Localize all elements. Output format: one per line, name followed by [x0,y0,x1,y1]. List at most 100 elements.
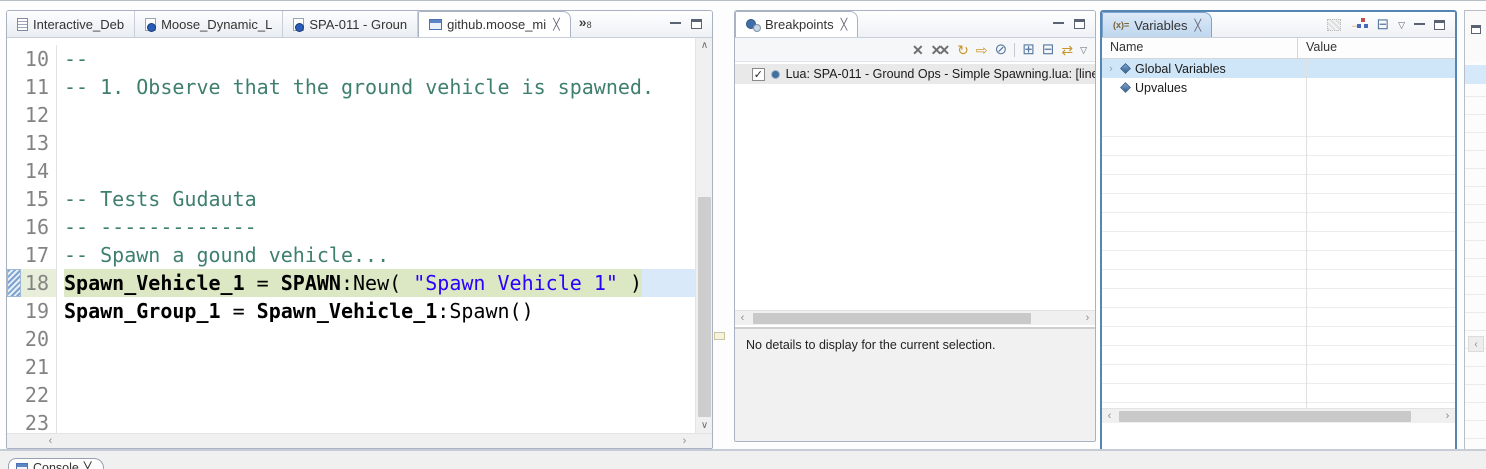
breakpoints-list[interactable]: ✓ Lua: SPA-011 - Ground Ops - Simple Spa… [735,62,1095,312]
minimize-icon[interactable] [1414,21,1425,25]
line-content: -- Spawn a gound vehicle... [57,241,695,269]
code-segment-plain: :Spawn() [437,299,533,323]
scroll-down-icon[interactable]: ∨ [696,418,713,433]
column-separator[interactable] [1306,59,1307,408]
view-menu-icon[interactable]: ▽ [1398,18,1405,32]
code-line-14[interactable]: 14 [7,157,695,185]
view-menu-icon[interactable]: ▽ [1080,43,1087,57]
code-text: -- Spawn a gound vehicle... [64,241,389,269]
breakpoint-dot-icon [771,70,780,79]
scroll-left-icon[interactable]: ‹ [1468,336,1484,352]
close-icon[interactable]: ╳ [84,461,92,469]
scrollbar-thumb[interactable] [753,313,1031,324]
breakpoint-checkbox[interactable]: ✓ [752,68,765,81]
scroll-up-icon[interactable]: ∧ [696,38,713,53]
annotation-ruler-cell [7,409,21,433]
maximize-icon[interactable] [1471,25,1481,34]
close-icon[interactable]: ╳ [1195,19,1202,32]
code-line-18[interactable]: 18Spawn_Vehicle_1 = SPAWN:New( "Spawn Ve… [7,269,695,297]
scrollbar-thumb[interactable] [698,197,711,417]
code-line-10[interactable]: 10-- [7,45,695,73]
chevron-glyph: » [579,14,587,30]
tab-console[interactable]: Console ╳ [8,458,104,469]
breakpoints-horizontal-scrollbar[interactable]: ‹ › [735,310,1095,325]
tab-spa-011-groun[interactable]: SPA-011 - Groun [283,11,418,37]
line-number: 17 [21,241,57,269]
scroll-right-icon[interactable]: › [1440,409,1455,424]
goto-file-icon[interactable]: ⇨ [976,43,988,57]
remove-breakpoint-icon[interactable]: ✕ [912,43,924,57]
line-number: 16 [21,213,57,241]
link-with-debug-view-icon[interactable]: ⇄ [1061,43,1073,57]
tab-label: github.moose_mi [447,17,546,32]
variables-icon: (x)= [1113,20,1129,30]
code-segment-comment: -- ------------- [64,215,257,239]
variables-horizontal-scrollbar[interactable]: ‹ › [1102,408,1455,423]
sliver-grid [1465,61,1486,455]
code-text: -- 1. Observe that the ground vehicle is… [64,73,654,101]
breakpoints-tabbar: Breakpoints ╳ [735,11,1095,38]
remove-all-breakpoints-icon[interactable]: ✕✕ [931,43,946,57]
collapse-all-icon[interactable]: ⊟ [1377,18,1390,32]
minimize-icon[interactable] [670,20,681,24]
skip-all-breakpoints-icon[interactable]: ⊘ [995,43,1008,57]
scroll-right-icon[interactable]: › [1080,311,1095,326]
scroll-right-icon[interactable]: › [677,434,692,449]
maximize-icon[interactable] [1434,20,1445,30]
code-line-21[interactable]: 21 [7,353,695,381]
line-number: 10 [21,45,57,73]
code-text: -- Tests Gudauta [64,185,257,213]
code-line-22[interactable]: 22 [7,381,695,409]
tab-moose-dynamic-l[interactable]: Moose_Dynamic_L [135,11,283,37]
close-icon[interactable]: ╳ [841,18,848,31]
reset-breakpoints-icon[interactable]: ↻ [957,43,969,57]
maximize-icon[interactable] [1074,19,1085,29]
bottom-panel-strip: Console ╳ [0,449,1486,469]
editor-horizontal-scrollbar[interactable]: ‹ › [7,433,712,448]
lua-file-icon [145,18,156,31]
annotation-ruler-cell [7,325,21,353]
collapse-all-icon[interactable]: ⊟ [1042,43,1055,57]
code-line-23[interactable]: 23 [7,409,695,433]
splitter-handle[interactable] [714,332,725,340]
scroll-left-icon[interactable]: ‹ [43,434,58,449]
scrollbar-thumb[interactable] [1119,411,1411,422]
expand-all-icon[interactable]: ⊞ [1022,43,1035,57]
show-logical-structure-icon[interactable]: → [1350,18,1368,31]
code-line-17[interactable]: 17-- Spawn a gound vehicle... [7,241,695,269]
breakpoint-row[interactable]: ✓ Lua: SPA-011 - Ground Ops - Simple Spa… [735,64,1095,84]
editor-vertical-scrollbar[interactable]: ∧ ∨ [695,38,712,433]
annotation-ruler-cell [7,297,21,325]
code-line-20[interactable]: 20 [7,325,695,353]
variable-row-upvalues[interactable]: Upvalues [1102,78,1455,97]
variable-row-global-variables[interactable]: ›Global Variables [1102,59,1455,78]
column-header-value[interactable]: Value [1298,38,1337,58]
scroll-left-icon[interactable]: ‹ [735,311,750,326]
code-editor[interactable]: 10--11-- 1. Observe that the ground vehi… [7,38,695,433]
column-header-name[interactable]: Name [1102,38,1298,58]
line-content: -- 1. Observe that the ground vehicle is… [57,73,695,101]
code-line-19[interactable]: 19Spawn_Group_1 = Spawn_Vehicle_1:Spawn(… [7,297,695,325]
more-editors-chevron[interactable]: »8 [571,11,600,37]
scroll-left-icon[interactable]: ‹ [1102,409,1117,424]
tab-github-moose-mi[interactable]: github.moose_mi ╳ [418,11,571,37]
code-line-15[interactable]: 15-- Tests Gudauta [7,185,695,213]
maximize-icon[interactable] [691,19,702,29]
line-number: 18 [21,269,57,297]
code-line-11[interactable]: 11-- 1. Observe that the ground vehicle … [7,73,695,101]
minimize-icon[interactable] [1053,20,1064,24]
tab-breakpoints[interactable]: Breakpoints ╳ [735,11,858,37]
close-icon[interactable]: ╳ [553,18,560,31]
code-segment-bold: Spawn_Vehicle_1 [257,299,438,323]
code-line-16[interactable]: 16 -- ------------- [7,213,695,241]
tab-variables[interactable]: (x)= Variables ╳ [1102,12,1212,37]
expander-chevron-icon[interactable]: › [1106,63,1116,75]
tab-interactive-deb[interactable]: Interactive_Deb [7,11,135,37]
code-segment-bold: Spawn_Vehicle_1 [64,271,245,295]
hidden-editor-count: 8 [587,20,592,30]
variables-tabbar: (x)= Variables ╳ → ⊟ ▽ [1102,12,1455,38]
code-line-12[interactable]: 12 [7,101,695,129]
line-content [57,101,695,129]
code-line-13[interactable]: 13 [7,129,695,157]
code-segment-comment: -- 1. Observe that the ground vehicle is… [64,75,654,99]
